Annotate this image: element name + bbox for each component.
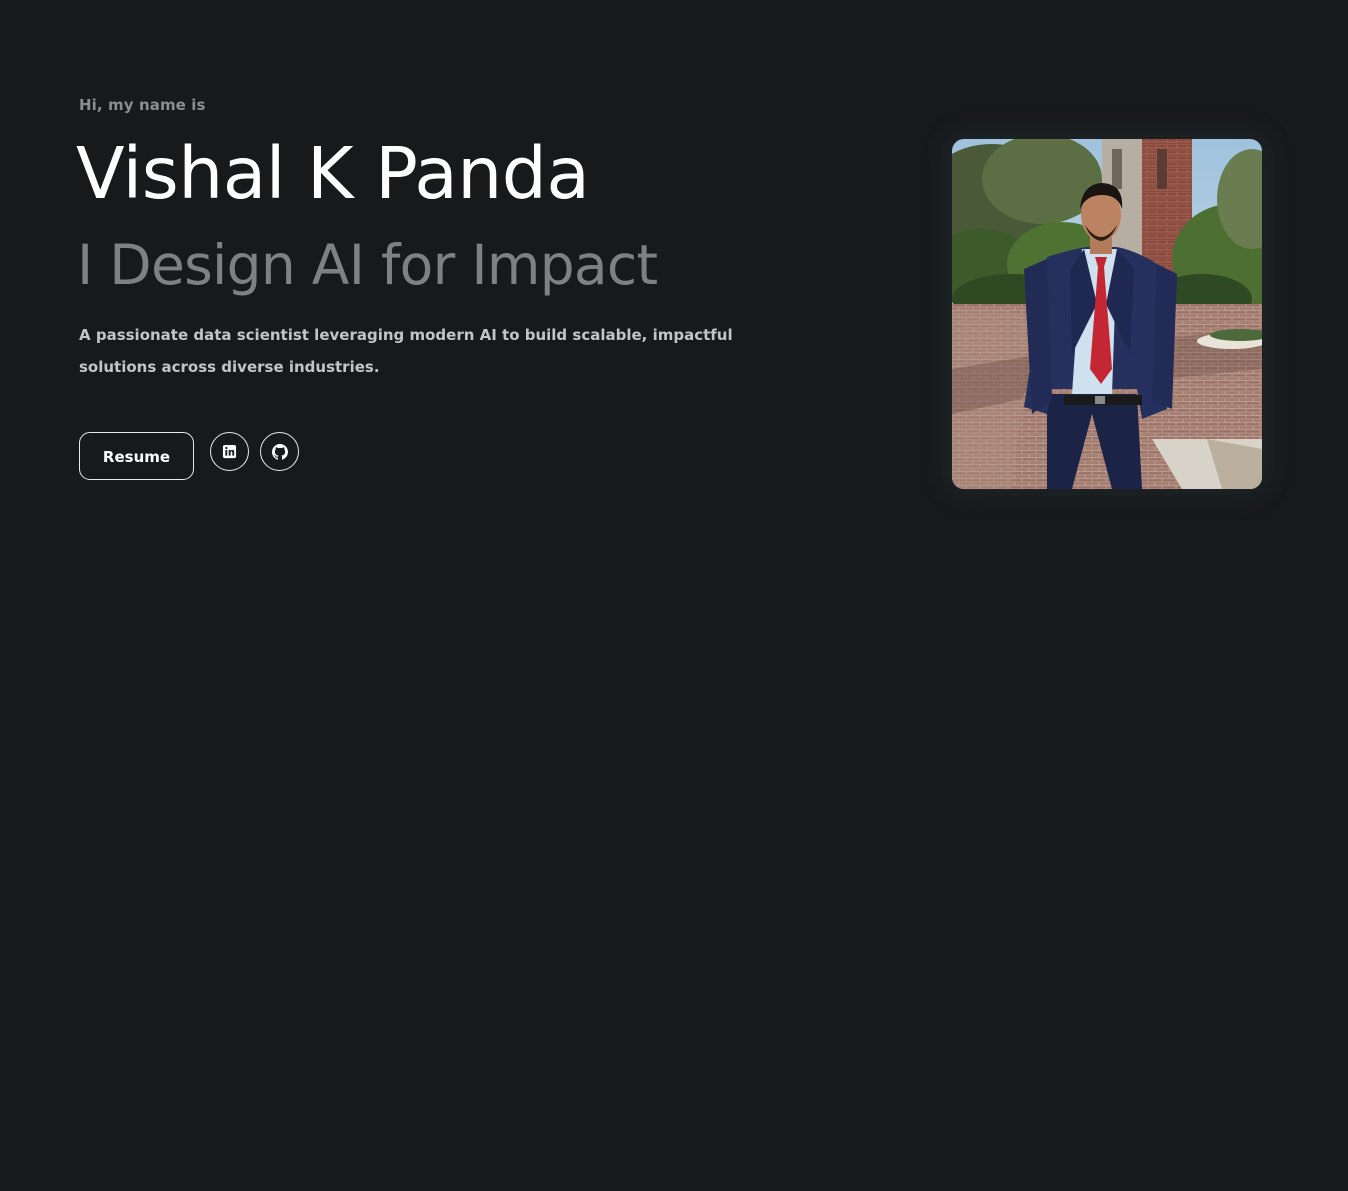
resume-button-label: Resume [102,448,171,466]
github-icon [271,443,288,460]
linkedin-link[interactable] [210,432,249,471]
page-title: Vishal K Panda [76,132,590,215]
profile-photo [952,139,1262,489]
intro-text: Hi, my name is [79,96,206,114]
tagline: I Design AI for Impact [77,233,658,297]
linkedin-icon [222,444,237,459]
github-link[interactable] [260,432,299,471]
hero-description: A passionate data scientist leveraging m… [79,326,733,376]
resume-button[interactable]: Resume [79,432,194,480]
hero-actions: Resume [79,432,299,480]
hero-section: Hi, my name is Vishal K Panda I Design A… [0,0,1348,1191]
